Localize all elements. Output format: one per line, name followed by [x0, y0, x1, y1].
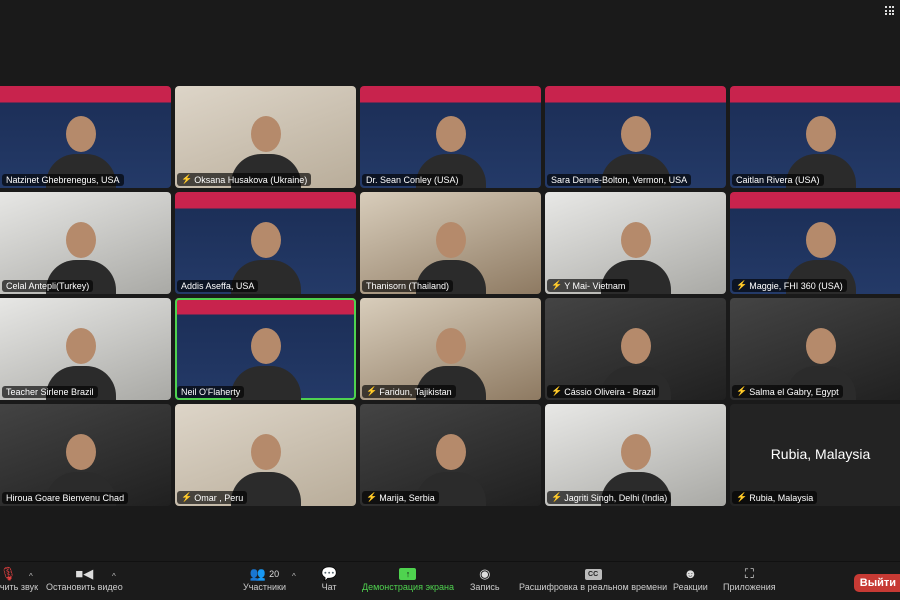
- mic-muted-icon: ⚡: [736, 492, 748, 502]
- participant-tile[interactable]: ⚡ Salma el Gabry, Egypt: [730, 298, 900, 400]
- participant-tile[interactable]: Thanisorn (Thailand): [360, 192, 541, 294]
- mic-muted-icon: ⚡: [551, 280, 563, 290]
- participant-name: Salma el Gabry, Egypt: [749, 386, 839, 397]
- participant-name: Jagriti Singh, Delhi (India): [564, 492, 668, 503]
- participant-tile[interactable]: Teacher Sirlene Brazil: [0, 298, 171, 400]
- participant-name: Thanisorn (Thailand): [366, 281, 450, 291]
- mic-muted-icon: ⚡: [736, 280, 748, 290]
- participant-name: Hiroua Goare Bienvenu Chad: [6, 493, 125, 503]
- share-screen-icon: ↑: [399, 568, 417, 580]
- participant-tile[interactable]: Hiroua Goare Bienvenu Chad: [0, 404, 171, 506]
- apps-icon: ⛶: [744, 566, 754, 581]
- participants-button[interactable]: 👥 20 Участники: [243, 566, 286, 592]
- reactions-button[interactable]: ☻ Реакции: [673, 566, 708, 592]
- mic-muted-icon: ⚡: [181, 492, 193, 502]
- participant-name-label: ⚡ Omar , Peru: [177, 491, 248, 504]
- participant-name: Teacher Sirlene Brazil: [6, 387, 94, 397]
- participant-tile[interactable]: ⚡ Faridun, Tajikistan: [360, 298, 541, 400]
- participant-tile[interactable]: Rubia, Malaysia ⚡ Rubia, Malaysia: [730, 404, 900, 506]
- chat-button[interactable]: 💬 Чат: [321, 566, 337, 592]
- participant-name: Faridun, Tajikistan: [379, 386, 452, 397]
- participant-name: Celal Antepli(Turkey): [6, 281, 90, 291]
- video-options-caret[interactable]: ^: [112, 572, 116, 581]
- participant-name-label: ⚡ Oksana Husakova (Ukraine): [177, 173, 312, 186]
- apps-button[interactable]: ⛶ Приложения: [723, 566, 776, 592]
- participant-name: Omar , Peru: [194, 492, 244, 503]
- participant-name-label: Teacher Sirlene Brazil: [2, 386, 98, 398]
- leave-button[interactable]: Выйти: [853, 574, 900, 592]
- participant-tile[interactable]: ⚡ Oksana Husakova (Ukraine): [175, 86, 356, 188]
- participant-tile[interactable]: ⚡ Cássio Oliveira - Brazil: [545, 298, 726, 400]
- participant-name: Natzinet Ghebrenegus, USA: [6, 175, 120, 185]
- participant-tile[interactable]: Caitlan Rivera (USA): [730, 86, 900, 188]
- participant-name-label: Dr. Sean Conley (USA): [362, 174, 463, 186]
- participant-name: Sara Denne-Bolton, Vermon, USA: [551, 175, 688, 185]
- participant-name-label: Hiroua Goare Bienvenu Chad: [2, 492, 129, 504]
- live-transcript-button[interactable]: CC Расшифровка в реальном времени: [519, 566, 667, 592]
- participant-name: Dr. Sean Conley (USA): [366, 175, 459, 185]
- mic-muted-icon: ⚡: [366, 492, 378, 502]
- record-icon: ◉: [479, 566, 491, 581]
- participant-name-label: Celal Antepli(Turkey): [2, 280, 94, 292]
- participant-display-name: Rubia, Malaysia: [770, 446, 871, 462]
- participant-tile[interactable]: ⚡ Marija, Serbia: [360, 404, 541, 506]
- participant-tile[interactable]: ⚡ Jagriti Singh, Delhi (India): [545, 404, 726, 506]
- participant-tile[interactable]: Addis Aseffa, USA: [175, 192, 356, 294]
- participant-tile[interactable]: ⚡ Omar , Peru: [175, 404, 356, 506]
- participants-icon: 👥: [249, 566, 267, 581]
- participant-name-label: Neil O'Flaherty: [177, 386, 245, 398]
- participant-tile[interactable]: Neil O'Flaherty: [175, 298, 356, 400]
- share-screen-button[interactable]: ↑ Демонстрация экрана: [362, 566, 454, 592]
- participant-tile[interactable]: ⚡ Y Mai- Vietnam: [545, 192, 726, 294]
- participant-name: Neil O'Flaherty: [181, 387, 241, 397]
- participant-name-label: ⚡ Marija, Serbia: [362, 491, 439, 504]
- participants-options-caret[interactable]: ^: [292, 572, 296, 581]
- participant-name: Maggie, FHI 360 (USA): [749, 280, 843, 291]
- mic-muted-icon: ⚡: [366, 386, 378, 396]
- audio-options-caret[interactable]: ^: [29, 572, 33, 581]
- participant-name-label: Sara Denne-Bolton, Vermon, USA: [547, 174, 692, 186]
- meeting-toolbar: 🎙 Включить звук ^ ■◀ Остановить видео ^ …: [0, 561, 900, 600]
- participant-name-label: Thanisorn (Thailand): [362, 280, 454, 292]
- participant-name-label: ⚡ Maggie, FHI 360 (USA): [732, 279, 847, 292]
- gallery-view-icon[interactable]: [885, 6, 894, 15]
- participant-name: Rubia, Malaysia: [749, 492, 814, 503]
- participant-tile[interactable]: Celal Antepli(Turkey): [0, 192, 171, 294]
- participant-name-label: ⚡ Cássio Oliveira - Brazil: [547, 385, 660, 398]
- participant-tile[interactable]: Natzinet Ghebrenegus, USA: [0, 86, 171, 188]
- closed-caption-icon: CC: [584, 568, 602, 580]
- mic-muted-icon: ⚡: [736, 386, 748, 396]
- participant-tile[interactable]: ⚡ Maggie, FHI 360 (USA): [730, 192, 900, 294]
- participant-name-label: Addis Aseffa, USA: [177, 280, 259, 292]
- participant-name: Cássio Oliveira - Brazil: [564, 386, 656, 397]
- participant-name-label: Caitlan Rivera (USA): [732, 174, 824, 186]
- video-camera-icon: ■◀: [75, 566, 94, 581]
- participant-name-label: ⚡ Faridun, Tajikistan: [362, 385, 456, 398]
- participant-name: Addis Aseffa, USA: [181, 281, 255, 291]
- participant-tile[interactable]: Sara Denne-Bolton, Vermon, USA: [545, 86, 726, 188]
- participant-name-label: Natzinet Ghebrenegus, USA: [2, 174, 124, 186]
- participant-name-label: ⚡ Jagriti Singh, Delhi (India): [547, 491, 672, 504]
- mic-muted-icon: ⚡: [551, 386, 563, 396]
- participant-tile[interactable]: Dr. Sean Conley (USA): [360, 86, 541, 188]
- mic-muted-icon: ⚡: [181, 174, 193, 184]
- participant-name-label: ⚡ Y Mai- Vietnam: [547, 279, 630, 292]
- participant-name: Y Mai- Vietnam: [564, 280, 626, 291]
- mic-muted-icon: ⚡: [551, 492, 563, 502]
- chat-bubble-icon: 💬: [321, 566, 338, 581]
- mic-muted-icon: 🎙: [0, 566, 17, 581]
- participant-name: Oksana Husakova (Ukraine): [194, 174, 308, 185]
- participant-name: Caitlan Rivera (USA): [736, 175, 820, 185]
- participant-name: Marija, Serbia: [379, 492, 435, 503]
- participant-name-label: ⚡ Rubia, Malaysia: [732, 491, 818, 504]
- participant-name-label: ⚡ Salma el Gabry, Egypt: [732, 385, 843, 398]
- record-button[interactable]: ◉ Запись: [470, 566, 500, 592]
- emoji-plus-icon: ☻: [683, 566, 698, 581]
